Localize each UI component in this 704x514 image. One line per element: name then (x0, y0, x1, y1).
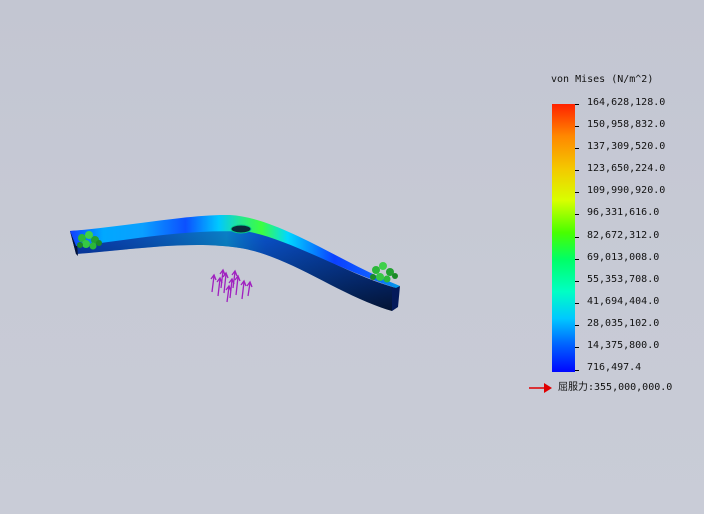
legend-tick (575, 148, 579, 149)
legend-label: 716,497.4 (587, 362, 642, 373)
legend-tick (575, 192, 579, 193)
legend-label: 137,309,520.0 (587, 141, 666, 152)
legend-tick (575, 259, 579, 260)
legend-tick (575, 325, 579, 326)
legend-label: 96,331,616.0 (587, 207, 660, 218)
stress-legend: von Mises (N/m^2) 164,628,128.0 150,958,… (548, 72, 698, 402)
legend-tick (575, 347, 579, 348)
red-arrow-icon (529, 383, 552, 393)
legend-label: 82,672,312.0 (587, 230, 660, 241)
legend-label: 55,353,708.0 (587, 274, 660, 285)
legend-label: 14,375,800.0 (587, 340, 660, 351)
legend-label: 41,694,404.0 (587, 296, 660, 307)
legend-label: 69,013,008.0 (587, 252, 660, 263)
legend-label: 28,035,102.0 (587, 318, 660, 329)
legend-label: 164,628,128.0 (587, 97, 666, 108)
legend-tick (575, 126, 579, 127)
legend-tick (575, 104, 579, 105)
beam-right-end-face (392, 286, 400, 311)
legend-colorbar (552, 104, 575, 372)
beam-hole (230, 224, 252, 234)
yield-strength-indicator: 屈服力:355,000,000.0 (528, 381, 698, 395)
legend-tick (575, 237, 579, 238)
legend-tick (575, 370, 579, 371)
legend-label: 150,958,832.0 (587, 119, 666, 130)
legend-label: 123,650,224.0 (587, 163, 666, 174)
fixture-right-icon (370, 262, 398, 283)
load-arrows-icon (210, 268, 253, 303)
legend-tick (575, 214, 579, 215)
legend-tick (575, 303, 579, 304)
legend-tick (575, 170, 579, 171)
legend-title: von Mises (N/m^2) (551, 74, 654, 85)
legend-label: 109,990,920.0 (587, 185, 666, 196)
yield-strength-label: 屈服力:355,000,000.0 (558, 382, 673, 393)
legend-tick (575, 281, 579, 282)
